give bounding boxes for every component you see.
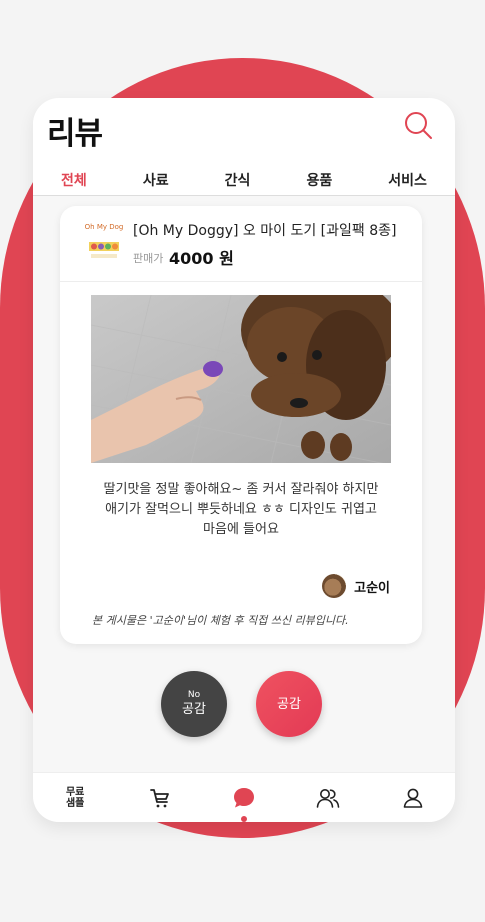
tab-snack[interactable]: 간식 bbox=[221, 170, 255, 190]
nav-free-sample-label: 무료 샘플 bbox=[65, 786, 85, 809]
category-tabs: 전체 사료 간식 용품 서비스 bbox=[33, 164, 455, 196]
nav-free-sample[interactable]: 무료 샘플 bbox=[55, 778, 95, 818]
review-notice: 본 게시물은 '고순이'님이 체험 후 직접 쓰신 리뷰입니다. bbox=[92, 614, 349, 627]
review-text: 딸기맛을 정말 좋아해요~ 좀 커서 잘라줘야 하지만 애기가 잘먹으니 뿌듯하… bbox=[103, 482, 379, 537]
no-like-small-label: No bbox=[187, 690, 201, 700]
review-card[interactable]: Oh My Dog [Oh My Doggy] 오 마이 도기 [과일팩 8종]… bbox=[60, 206, 422, 644]
users-icon bbox=[317, 788, 340, 808]
nav-cart[interactable] bbox=[140, 778, 180, 818]
search-icon[interactable] bbox=[403, 110, 433, 140]
page-title: 리뷰 bbox=[47, 116, 103, 152]
bottom-nav: 무료 샘플 bbox=[33, 772, 455, 822]
tab-supplies[interactable]: 용품 bbox=[302, 170, 336, 190]
product-name[interactable]: [Oh My Doggy] 오 마이 도기 [과일팩 8종] bbox=[133, 220, 397, 240]
svg-text:Oh My Dog: Oh My Dog bbox=[85, 223, 123, 231]
product-thumbnail: Oh My Dog bbox=[85, 218, 123, 268]
author-name: 고순이 bbox=[354, 580, 390, 596]
active-indicator bbox=[240, 815, 247, 822]
tab-food[interactable]: 사료 bbox=[139, 170, 173, 190]
product-header[interactable]: Oh My Dog [Oh My Doggy] 오 마이 도기 [과일팩 8종]… bbox=[60, 206, 422, 282]
author[interactable]: 고순이 bbox=[322, 574, 390, 598]
price-label: 판매가 bbox=[133, 252, 164, 265]
no-like-label: 공감 bbox=[182, 702, 206, 717]
phone-screen: 리뷰 전체 사료 간식 용품 서비스 Oh My Dog [Oh My Dogg… bbox=[33, 98, 455, 822]
review-photo-image bbox=[91, 295, 391, 463]
nav-profile[interactable] bbox=[393, 778, 433, 818]
user-icon bbox=[403, 788, 423, 808]
like-label: 공감 bbox=[277, 696, 301, 712]
no-like-button[interactable]: No 공감 bbox=[161, 671, 227, 737]
review-photo[interactable] bbox=[91, 295, 391, 463]
price-value: 4000 원 bbox=[169, 249, 234, 268]
tab-all[interactable]: 전체 bbox=[57, 170, 91, 190]
tab-service[interactable]: 서비스 bbox=[384, 170, 431, 190]
nav-review[interactable] bbox=[224, 778, 264, 822]
cart-icon bbox=[149, 788, 169, 807]
header: 리뷰 전체 사료 간식 용품 서비스 bbox=[33, 98, 455, 196]
avatar bbox=[322, 574, 347, 598]
like-button[interactable]: 공감 bbox=[256, 671, 322, 737]
chat-bubble-icon bbox=[233, 787, 254, 807]
nav-community[interactable] bbox=[308, 778, 348, 818]
